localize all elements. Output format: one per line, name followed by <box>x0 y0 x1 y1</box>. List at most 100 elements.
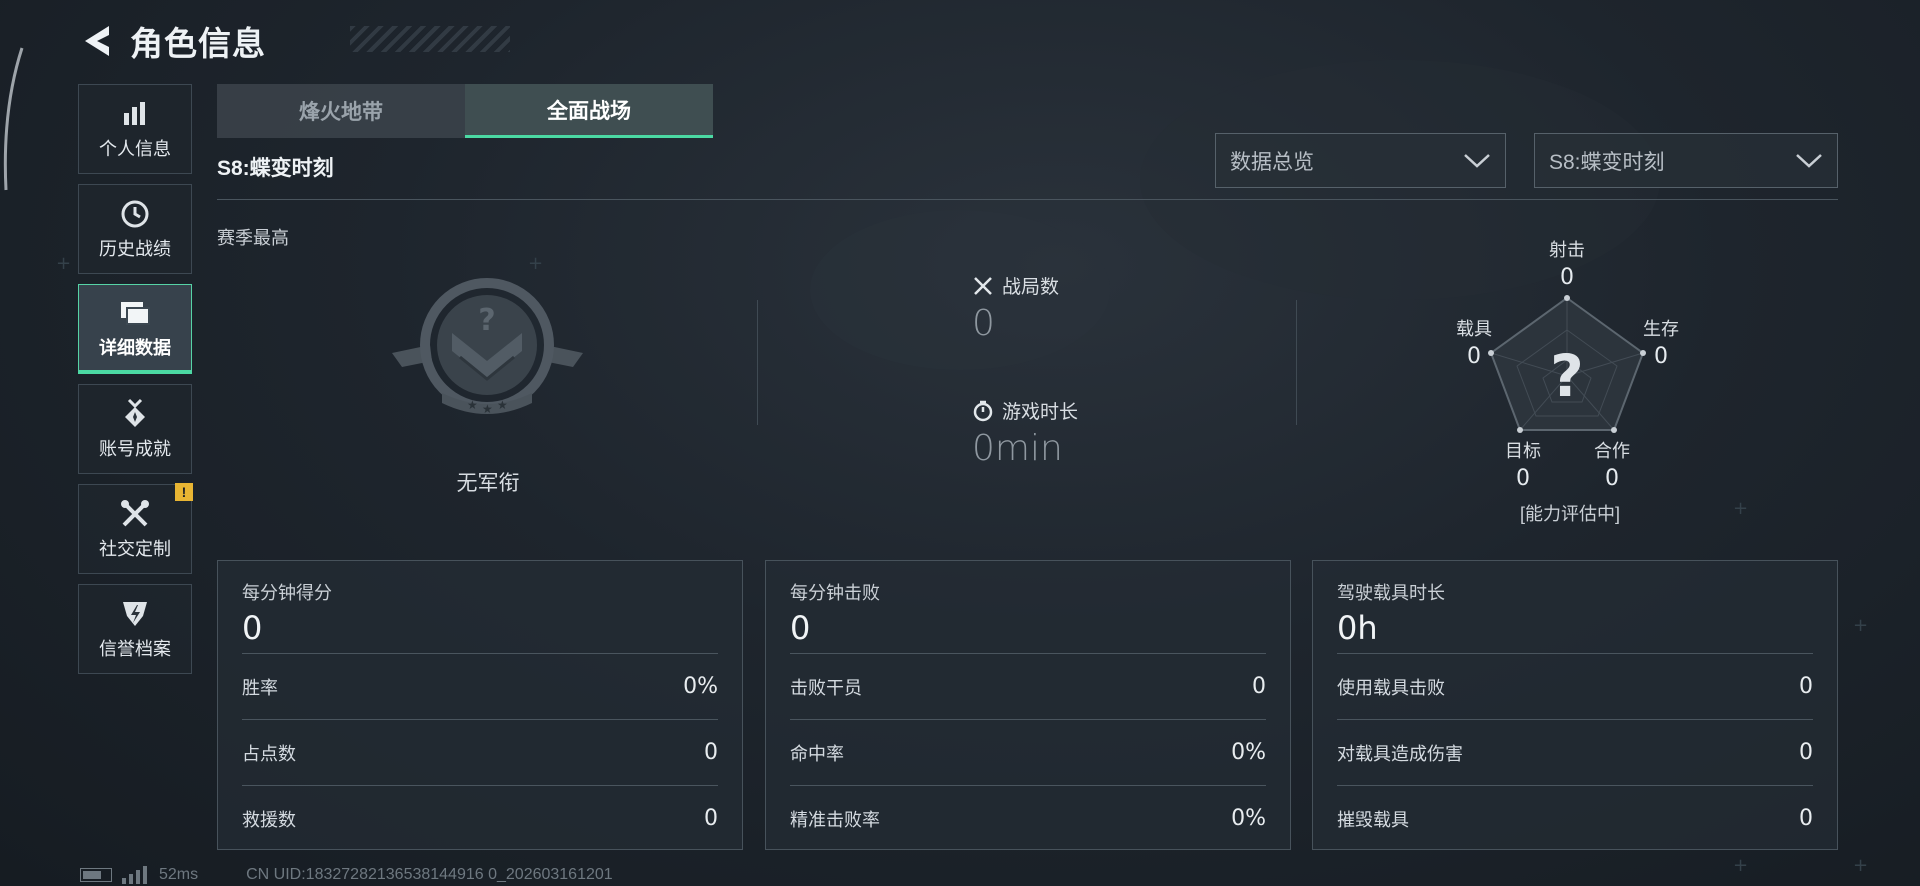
nav-item-label: 账号成就 <box>99 439 171 459</box>
dropdown-value: S8:蝶变时刻 <box>1549 150 1665 174</box>
svg-text:★: ★ <box>497 398 508 412</box>
radar-label-teamwork: 合作 <box>1594 441 1630 461</box>
grid-marker: + <box>528 253 544 274</box>
stat-row: 胜率 0% <box>242 653 718 719</box>
mode-tabs: 烽火地带 全面战场 <box>217 84 713 138</box>
radar-label-vehicle: 载具 <box>1456 319 1492 339</box>
stat-label: 击败干员 <box>790 677 862 698</box>
stat-row: 精准击败率 0% <box>790 785 1266 851</box>
grid-marker: + <box>56 253 72 274</box>
side-navigation: 个人信息 历史战绩 详细数据 账号成就 社交定制 ! 信誉档案 <box>78 84 193 684</box>
stat-label: 胜率 <box>242 677 278 698</box>
stat-value: 0% <box>1231 806 1266 831</box>
signal-icon <box>122 866 147 884</box>
nav-item-label: 信誉档案 <box>99 639 171 659</box>
playtime-value: 0min <box>972 428 1063 469</box>
stat-label: 对载具造成伤害 <box>1337 743 1463 764</box>
medal-icon <box>118 397 152 431</box>
stat-label: 命中率 <box>790 743 844 764</box>
season-best-label: 赛季最高 <box>217 228 289 248</box>
radar-status: [能力评估中] <box>1519 504 1620 524</box>
stat-row: 占点数 0 <box>242 719 718 785</box>
radar-center-symbol: ? <box>1550 342 1584 410</box>
nav-item-history[interactable]: 历史战绩 <box>78 184 192 274</box>
panel-heading: 驾驶载具时长 <box>1337 583 1445 603</box>
stat-row: 命中率 0% <box>790 719 1266 785</box>
status-footer: 52ms CN UID:18327282136538144916 0_20260… <box>80 866 613 884</box>
vehicle-panel: 驾驶载具时长 0h 使用载具击败 0 对载具造成伤害 0 摧毁载具 0 <box>1312 560 1838 850</box>
radar-label-shooting: 射击 <box>1549 240 1585 260</box>
stat-row: 击败干员 0 <box>790 653 1266 719</box>
playtime-stat: 游戏时长 0min <box>972 397 1078 469</box>
tab-full-battlefield[interactable]: 全面战场 <box>465 84 713 138</box>
stopwatch-icon <box>972 400 994 422</box>
stat-row: 对载具造成伤害 0 <box>1337 719 1813 785</box>
folder-icon <box>118 296 152 330</box>
user-uid: CN UID:18327282136538144916 0_2026031612… <box>246 866 613 883</box>
rank-name: 无军衔 <box>456 472 520 495</box>
back-button[interactable] <box>80 21 116 61</box>
header-divider <box>217 199 1838 200</box>
title-decoration <box>350 26 510 52</box>
score-panel: 每分钟得分 0 胜率 0% 占点数 0 救援数 0 <box>217 560 743 850</box>
nav-item-label: 个人信息 <box>99 139 171 159</box>
radar-value-vehicle: 0 <box>1467 344 1481 369</box>
grid-marker: + <box>1853 615 1869 636</box>
radar-label-objective: 目标 <box>1505 441 1541 461</box>
nav-item-detailed-data[interactable]: 详细数据 <box>78 284 192 374</box>
radar-value-objective: 0 <box>1516 466 1530 491</box>
nav-item-reputation[interactable]: 信誉档案 <box>78 584 192 674</box>
view-dropdown[interactable]: 数据总览 <box>1215 133 1506 188</box>
panel-value: 0 <box>790 609 811 647</box>
radar-value-survival: 0 <box>1654 344 1668 369</box>
alert-badge: ! <box>175 483 193 501</box>
page-title: 角色信息 <box>130 25 266 62</box>
panel-heading: 每分钟得分 <box>242 583 332 603</box>
battery-icon <box>80 868 112 882</box>
season-title: S8:蝶变时刻 <box>217 157 334 180</box>
section-divider <box>757 300 758 425</box>
season-dropdown[interactable]: S8:蝶变时刻 <box>1534 133 1838 188</box>
rank-emblem-icon: ? ★ ★ ★ <box>392 278 583 416</box>
tab-warzone[interactable]: 烽火地带 <box>217 84 465 138</box>
dropdown-value: 数据总览 <box>1230 150 1314 174</box>
stat-value: 0 <box>704 806 718 831</box>
svg-text:★: ★ <box>482 402 493 416</box>
panel-value: 0h <box>1337 609 1378 647</box>
history-clock-icon <box>118 197 152 231</box>
stat-value: 0% <box>683 674 718 699</box>
stat-value: 0% <box>1231 740 1266 765</box>
stat-row: 使用载具击败 0 <box>1337 653 1813 719</box>
radar-label-survival: 生存 <box>1643 319 1679 339</box>
nav-item-achievements[interactable]: 账号成就 <box>78 384 192 474</box>
nav-item-personal-info[interactable]: 个人信息 <box>78 84 192 174</box>
stat-label: 摧毁载具 <box>1337 809 1409 830</box>
stat-label: 使用载具击败 <box>1337 677 1445 698</box>
matches-value: 0 <box>972 303 995 344</box>
kills-panel: 每分钟击败 0 击败干员 0 命中率 0% 精准击败率 0% <box>765 560 1291 850</box>
stat-value: 0 <box>1799 806 1813 831</box>
ping-value: 52ms <box>159 866 199 883</box>
playtime-label: 游戏时长 <box>1002 402 1079 423</box>
grid-marker: + <box>1853 855 1869 876</box>
stat-label: 救援数 <box>242 809 296 830</box>
chevron-down-icon <box>1796 153 1822 168</box>
stat-row: 救援数 0 <box>242 785 718 851</box>
page-header: 角色信息 <box>80 18 510 64</box>
nav-item-label: 历史战绩 <box>99 239 171 259</box>
nav-item-label: 社交定制 <box>99 539 171 559</box>
radar-value-teamwork: 0 <box>1605 466 1619 491</box>
nav-item-social-customize[interactable]: 社交定制 ! <box>78 483 193 574</box>
radar-value-shooting: 0 <box>1560 265 1574 290</box>
matches-label: 战局数 <box>1002 277 1060 298</box>
stat-value: 0 <box>1252 674 1266 699</box>
matches-stat: 战局数 0 <box>972 272 1059 344</box>
stat-label: 占点数 <box>242 743 296 764</box>
shield-badge-icon <box>118 597 152 631</box>
back-arrow-icon <box>85 26 109 56</box>
chevron-down-icon <box>1464 153 1490 168</box>
stat-label: 精准击败率 <box>790 809 880 830</box>
panel-heading: 每分钟击败 <box>790 583 880 603</box>
nav-item-label: 详细数据 <box>99 337 171 358</box>
grid-marker: + <box>1733 855 1749 876</box>
